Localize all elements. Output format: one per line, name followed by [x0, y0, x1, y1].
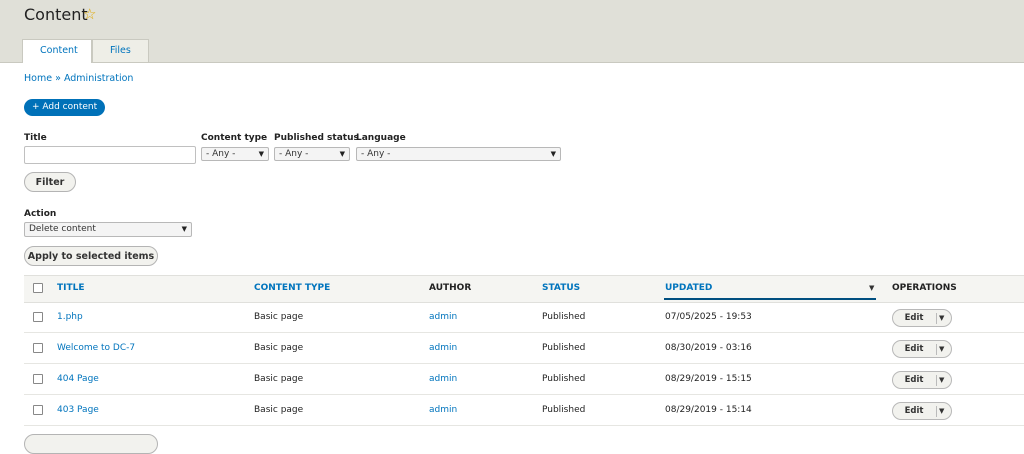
row-content-type: Basic page — [254, 374, 304, 384]
language-filter-label: Language — [356, 133, 406, 143]
row-author-link[interactable]: admin — [429, 312, 457, 322]
published-status-select[interactable]: - Any - ▼ — [274, 147, 350, 161]
language-select[interactable]: - Any - ▼ — [356, 147, 561, 161]
apply-to-selected-button[interactable]: Apply to selected items — [24, 246, 158, 266]
edit-dropbutton[interactable]: Edit ▼ — [892, 402, 952, 420]
tab-files[interactable]: Files — [92, 39, 149, 62]
row-status: Published — [542, 374, 586, 384]
edit-button[interactable]: Edit — [893, 403, 935, 420]
column-operations-header: OPERATIONS — [892, 283, 957, 293]
dropbutton-divider — [936, 375, 937, 386]
content-type-select-value: - Any - — [206, 149, 236, 159]
chevron-down-icon[interactable]: ▼ — [939, 341, 944, 358]
row-checkbox[interactable] — [33, 312, 43, 322]
breadcrumb: Home » Administration — [24, 73, 133, 84]
row-content-type: Basic page — [254, 343, 304, 353]
edit-dropbutton[interactable]: Edit ▼ — [892, 340, 952, 358]
row-checkbox[interactable] — [33, 343, 43, 353]
content-type-select[interactable]: - Any - ▼ — [201, 147, 269, 161]
edit-dropbutton[interactable]: Edit ▼ — [892, 371, 952, 389]
row-divider — [24, 363, 1024, 364]
row-divider — [24, 332, 1024, 333]
row-author-link[interactable]: admin — [429, 405, 457, 415]
select-all-checkbox[interactable] — [33, 283, 43, 293]
active-sort-indicator — [664, 298, 876, 300]
row-status: Published — [542, 343, 586, 353]
content-type-filter-label: Content type — [201, 133, 268, 143]
language-select-value: - Any - — [361, 149, 391, 159]
row-title-link[interactable]: 404 Page — [57, 374, 99, 384]
action-select-value: Delete content — [29, 224, 96, 234]
star-icon[interactable]: ☆ — [83, 5, 96, 23]
edit-button[interactable]: Edit — [893, 310, 935, 327]
breadcrumb-home[interactable]: Home — [24, 73, 52, 84]
chevron-down-icon[interactable]: ▼ — [939, 310, 944, 327]
dropbutton-divider — [936, 344, 937, 355]
row-updated: 08/30/2019 - 03:16 — [665, 343, 752, 353]
column-updated-header[interactable]: UPDATED — [665, 283, 712, 293]
column-status-header[interactable]: STATUS — [542, 283, 580, 293]
sort-descending-icon: ▼ — [869, 284, 875, 292]
page-title: Content — [24, 5, 88, 24]
breadcrumb-separator: » — [55, 73, 61, 84]
primary-tabs: Content Files — [22, 39, 149, 63]
row-title-link[interactable]: Welcome to DC-7 — [57, 343, 135, 353]
chevron-down-icon: ▼ — [258, 150, 264, 158]
dropbutton-divider — [936, 313, 937, 324]
row-content-type: Basic page — [254, 405, 304, 415]
column-title-header[interactable]: TITLE — [57, 283, 85, 293]
row-content-type: Basic page — [254, 312, 304, 322]
row-checkbox[interactable] — [33, 405, 43, 415]
title-filter-label: Title — [24, 133, 47, 143]
edit-button[interactable]: Edit — [893, 341, 935, 358]
column-author-header: AUTHOR — [429, 283, 472, 293]
edit-dropbutton[interactable]: Edit ▼ — [892, 309, 952, 327]
row-divider — [24, 394, 1024, 395]
chevron-down-icon: ▼ — [550, 150, 556, 158]
chevron-down-icon: ▼ — [181, 225, 187, 233]
row-author-link[interactable]: admin — [429, 343, 457, 353]
published-status-filter-label: Published status — [274, 133, 359, 143]
row-title-link[interactable]: 1.php — [57, 312, 83, 322]
edit-button[interactable]: Edit — [893, 372, 935, 389]
title-filter-input[interactable] — [24, 146, 196, 164]
row-updated: 07/05/2025 - 19:53 — [665, 312, 752, 322]
action-select[interactable]: Delete content ▼ — [24, 222, 192, 237]
row-updated: 08/29/2019 - 15:15 — [665, 374, 752, 384]
row-author-link[interactable]: admin — [429, 374, 457, 384]
row-checkbox[interactable] — [33, 374, 43, 384]
chevron-down-icon[interactable]: ▼ — [939, 372, 944, 389]
breadcrumb-administration[interactable]: Administration — [64, 73, 134, 84]
dropbutton-divider — [936, 406, 937, 417]
bottom-apply-button[interactable] — [24, 434, 158, 454]
column-content-type-header[interactable]: CONTENT TYPE — [254, 283, 330, 293]
filter-button[interactable]: Filter — [24, 172, 76, 192]
add-content-button[interactable]: + Add content — [24, 99, 106, 116]
row-updated: 08/29/2019 - 15:14 — [665, 405, 752, 415]
row-divider — [24, 425, 1024, 426]
row-status: Published — [542, 312, 586, 322]
chevron-down-icon: ▼ — [339, 150, 345, 158]
tab-content[interactable]: Content — [22, 39, 92, 63]
row-title-link[interactable]: 403 Page — [57, 405, 99, 415]
row-status: Published — [542, 405, 586, 415]
published-status-select-value: - Any - — [279, 149, 309, 159]
chevron-down-icon[interactable]: ▼ — [939, 403, 944, 420]
action-label: Action — [24, 209, 57, 219]
page-header: Content ☆ Content Files — [0, 0, 1024, 63]
